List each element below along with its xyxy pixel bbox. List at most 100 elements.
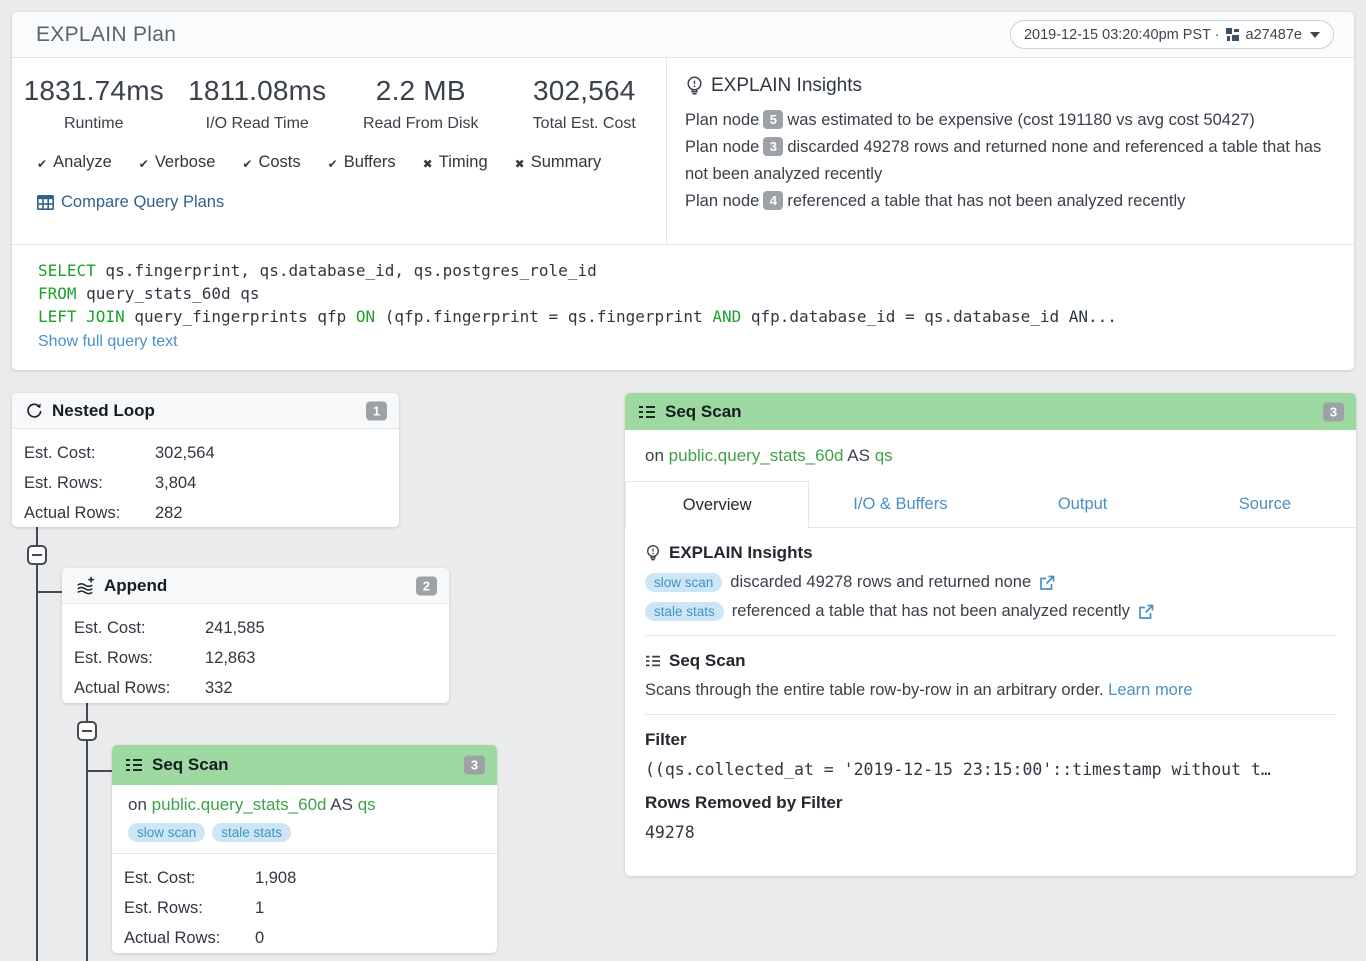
node-stat-row: Actual Rows:282 xyxy=(24,498,399,527)
flag-analyze: ✔Analyze xyxy=(37,153,112,172)
node-header: Nested Loop 1 xyxy=(12,393,399,429)
stat-total-est-cost: 302,564 Total Est. Cost xyxy=(503,75,667,133)
node-type-title: Seq Scan xyxy=(645,651,1336,671)
sql-line: FROM query_stats_60d qs xyxy=(38,282,1334,305)
stat-io-read-time: 1811.08ms I/O Read Time xyxy=(176,75,340,133)
tab-overview[interactable]: Overview xyxy=(625,481,809,528)
check-icon: ✔ xyxy=(37,157,47,171)
node-stat-row: Est. Cost:302,564 xyxy=(24,438,399,468)
node-number-badge: 3 xyxy=(464,756,485,775)
node-table-block: on public.query_stats_60d AS qs slow sca… xyxy=(112,785,497,854)
insight-item: Plan node4referenced a table that has no… xyxy=(685,188,1332,215)
node-table-line: on public.query_stats_60d AS qs xyxy=(128,795,481,815)
detail-header: Seq Scan 3 xyxy=(625,393,1356,430)
sql-line: SELECT qs.fingerprint, qs.database_id, q… xyxy=(38,259,1334,282)
compare-row: Compare Query Plans xyxy=(12,193,666,215)
node-header: Append 2 xyxy=(62,568,449,604)
minus-icon xyxy=(82,730,92,732)
insight-item: Plan node5was estimated to be expensive … xyxy=(685,107,1332,134)
alias-link[interactable]: qs xyxy=(358,795,376,814)
check-icon: ✔ xyxy=(242,157,252,171)
node-body: Est. Cost:302,564 Est. Rows:3,804 Actual… xyxy=(12,429,399,527)
table-link[interactable]: public.query_stats_60d xyxy=(669,446,844,465)
flag-summary: ✖Summary xyxy=(515,153,602,172)
plan-fingerprint-icon xyxy=(1226,28,1240,42)
plan-summary: 1831.74ms Runtime 1811.08ms I/O Read Tim… xyxy=(12,58,667,244)
rows-removed-heading: Rows Removed by Filter xyxy=(645,793,1336,813)
plan-node-badge[interactable]: 4 xyxy=(763,191,783,210)
check-icon: ✔ xyxy=(139,157,149,171)
minus-icon xyxy=(32,554,42,556)
filter-expression: ((qs.collected_at = '2019-12-15 23:15:00… xyxy=(645,760,1336,779)
node-number-badge: 1 xyxy=(366,401,387,420)
plan-node-card-seq-scan[interactable]: Seq Scan 3 on public.query_stats_60d AS … xyxy=(112,745,497,953)
panel-header: EXPLAIN Plan 2019-12-15 03:20:40pm PST ·… xyxy=(12,12,1354,58)
node-body: Est. Cost:1,908 Est. Rows:1 Actual Rows:… xyxy=(112,854,497,953)
tab-io-buffers[interactable]: I/O & Buffers xyxy=(809,481,991,528)
snapshot-timestamp: 2019-12-15 03:20:40pm PST · xyxy=(1024,27,1220,43)
lightbulb-icon xyxy=(685,76,704,97)
node-type-info-section: Seq Scan Scans through the entire table … xyxy=(645,636,1336,715)
collapse-node-toggle[interactable] xyxy=(77,721,97,741)
node-type-description: Scans through the entire table row-by-ro… xyxy=(645,681,1336,700)
explain-plan-panel: EXPLAIN Plan 2019-12-15 03:20:40pm PST ·… xyxy=(12,12,1354,370)
node-number-badge: 2 xyxy=(416,576,437,595)
explain-plan-page: EXPLAIN Plan 2019-12-15 03:20:40pm PST ·… xyxy=(0,0,1366,961)
insights-list: Plan node5was estimated to be expensive … xyxy=(685,107,1332,215)
table-link[interactable]: public.query_stats_60d xyxy=(152,795,327,814)
tag-slow-scan: slow scan xyxy=(128,823,205,842)
explain-flags: ✔Analyze ✔Verbose ✔Costs ✔Buffers ✖Timin… xyxy=(12,153,666,172)
tab-source[interactable]: Source xyxy=(1174,481,1356,528)
detail-insight-item: slow scan discarded 49278 rows and retur… xyxy=(645,573,1336,592)
flag-buffers: ✔Buffers xyxy=(328,153,396,172)
external-link-icon[interactable] xyxy=(1138,604,1154,620)
seq-scan-icon xyxy=(125,757,143,773)
external-link-icon[interactable] xyxy=(1039,575,1055,591)
summary-and-insights: 1831.74ms Runtime 1811.08ms I/O Read Tim… xyxy=(12,58,1354,245)
plan-node-badge[interactable]: 5 xyxy=(763,110,783,129)
show-full-query-link[interactable]: Show full query text xyxy=(38,333,178,351)
alias-link[interactable]: qs xyxy=(875,446,893,465)
explain-insights-panel: EXPLAIN Insights Plan node5was estimated… xyxy=(667,58,1354,244)
stats-row: 1831.74ms Runtime 1811.08ms I/O Read Tim… xyxy=(12,75,666,133)
plan-node-card-append[interactable]: Append 2 Est. Cost:241,585 Est. Rows:12,… xyxy=(62,568,449,703)
rows-removed-value: 49278 xyxy=(645,823,1336,842)
check-icon: ✔ xyxy=(328,157,338,171)
node-body: Est. Cost:241,585 Est. Rows:12,863 Actua… xyxy=(62,604,449,703)
tree-line-horizontal xyxy=(37,591,63,593)
node-stat-row: Est. Rows:3,804 xyxy=(24,468,399,498)
filter-heading: Filter xyxy=(645,730,1336,750)
insights-title: EXPLAIN Insights xyxy=(645,543,1336,563)
node-stat-row: Est. Rows:1 xyxy=(124,893,497,923)
nested-loop-icon xyxy=(25,402,43,420)
seq-scan-icon xyxy=(638,404,656,420)
seq-scan-icon xyxy=(645,654,661,668)
plan-node-badge[interactable]: 3 xyxy=(763,137,783,156)
tree-line-vertical xyxy=(86,703,88,961)
insight-item: Plan node3discarded 49278 rows and retur… xyxy=(685,134,1332,188)
node-stat-row: Est. Rows:12,863 xyxy=(74,643,449,673)
snapshot-fingerprint: a27487e xyxy=(1246,27,1302,43)
tag-slow-scan: slow scan xyxy=(645,573,722,592)
caret-down-icon xyxy=(1310,32,1320,38)
node-detail-panel: Seq Scan 3 on public.query_stats_60d AS … xyxy=(625,393,1356,876)
append-icon xyxy=(75,576,95,596)
node-stat-row: Actual Rows:0 xyxy=(124,923,497,953)
stat-runtime: 1831.74ms Runtime xyxy=(12,75,176,133)
page-title: EXPLAIN Plan xyxy=(36,23,176,47)
flag-timing: ✖Timing xyxy=(423,153,488,172)
collapse-node-toggle[interactable] xyxy=(27,545,47,565)
query-text-section: SELECT qs.fingerprint, qs.database_id, q… xyxy=(12,245,1354,351)
filter-section: Filter ((qs.collected_at = '2019-12-15 2… xyxy=(645,715,1336,856)
plan-node-card-nested-loop[interactable]: Nested Loop 1 Est. Cost:302,564 Est. Row… xyxy=(12,393,399,527)
node-header: Seq Scan 3 xyxy=(112,745,497,785)
tag-stale-stats: stale stats xyxy=(645,602,724,621)
compare-query-plans-link[interactable]: Compare Query Plans xyxy=(37,193,224,212)
node-stat-row: Actual Rows:332 xyxy=(74,673,449,703)
tab-output[interactable]: Output xyxy=(992,481,1174,528)
lightbulb-icon xyxy=(645,544,661,563)
node-tags: slow scan stale stats xyxy=(128,823,481,842)
learn-more-link[interactable]: Learn more xyxy=(1108,681,1192,699)
plan-snapshot-selector[interactable]: 2019-12-15 03:20:40pm PST · a27487e xyxy=(1010,20,1334,49)
stat-read-from-disk: 2.2 MB Read From Disk xyxy=(339,75,503,133)
